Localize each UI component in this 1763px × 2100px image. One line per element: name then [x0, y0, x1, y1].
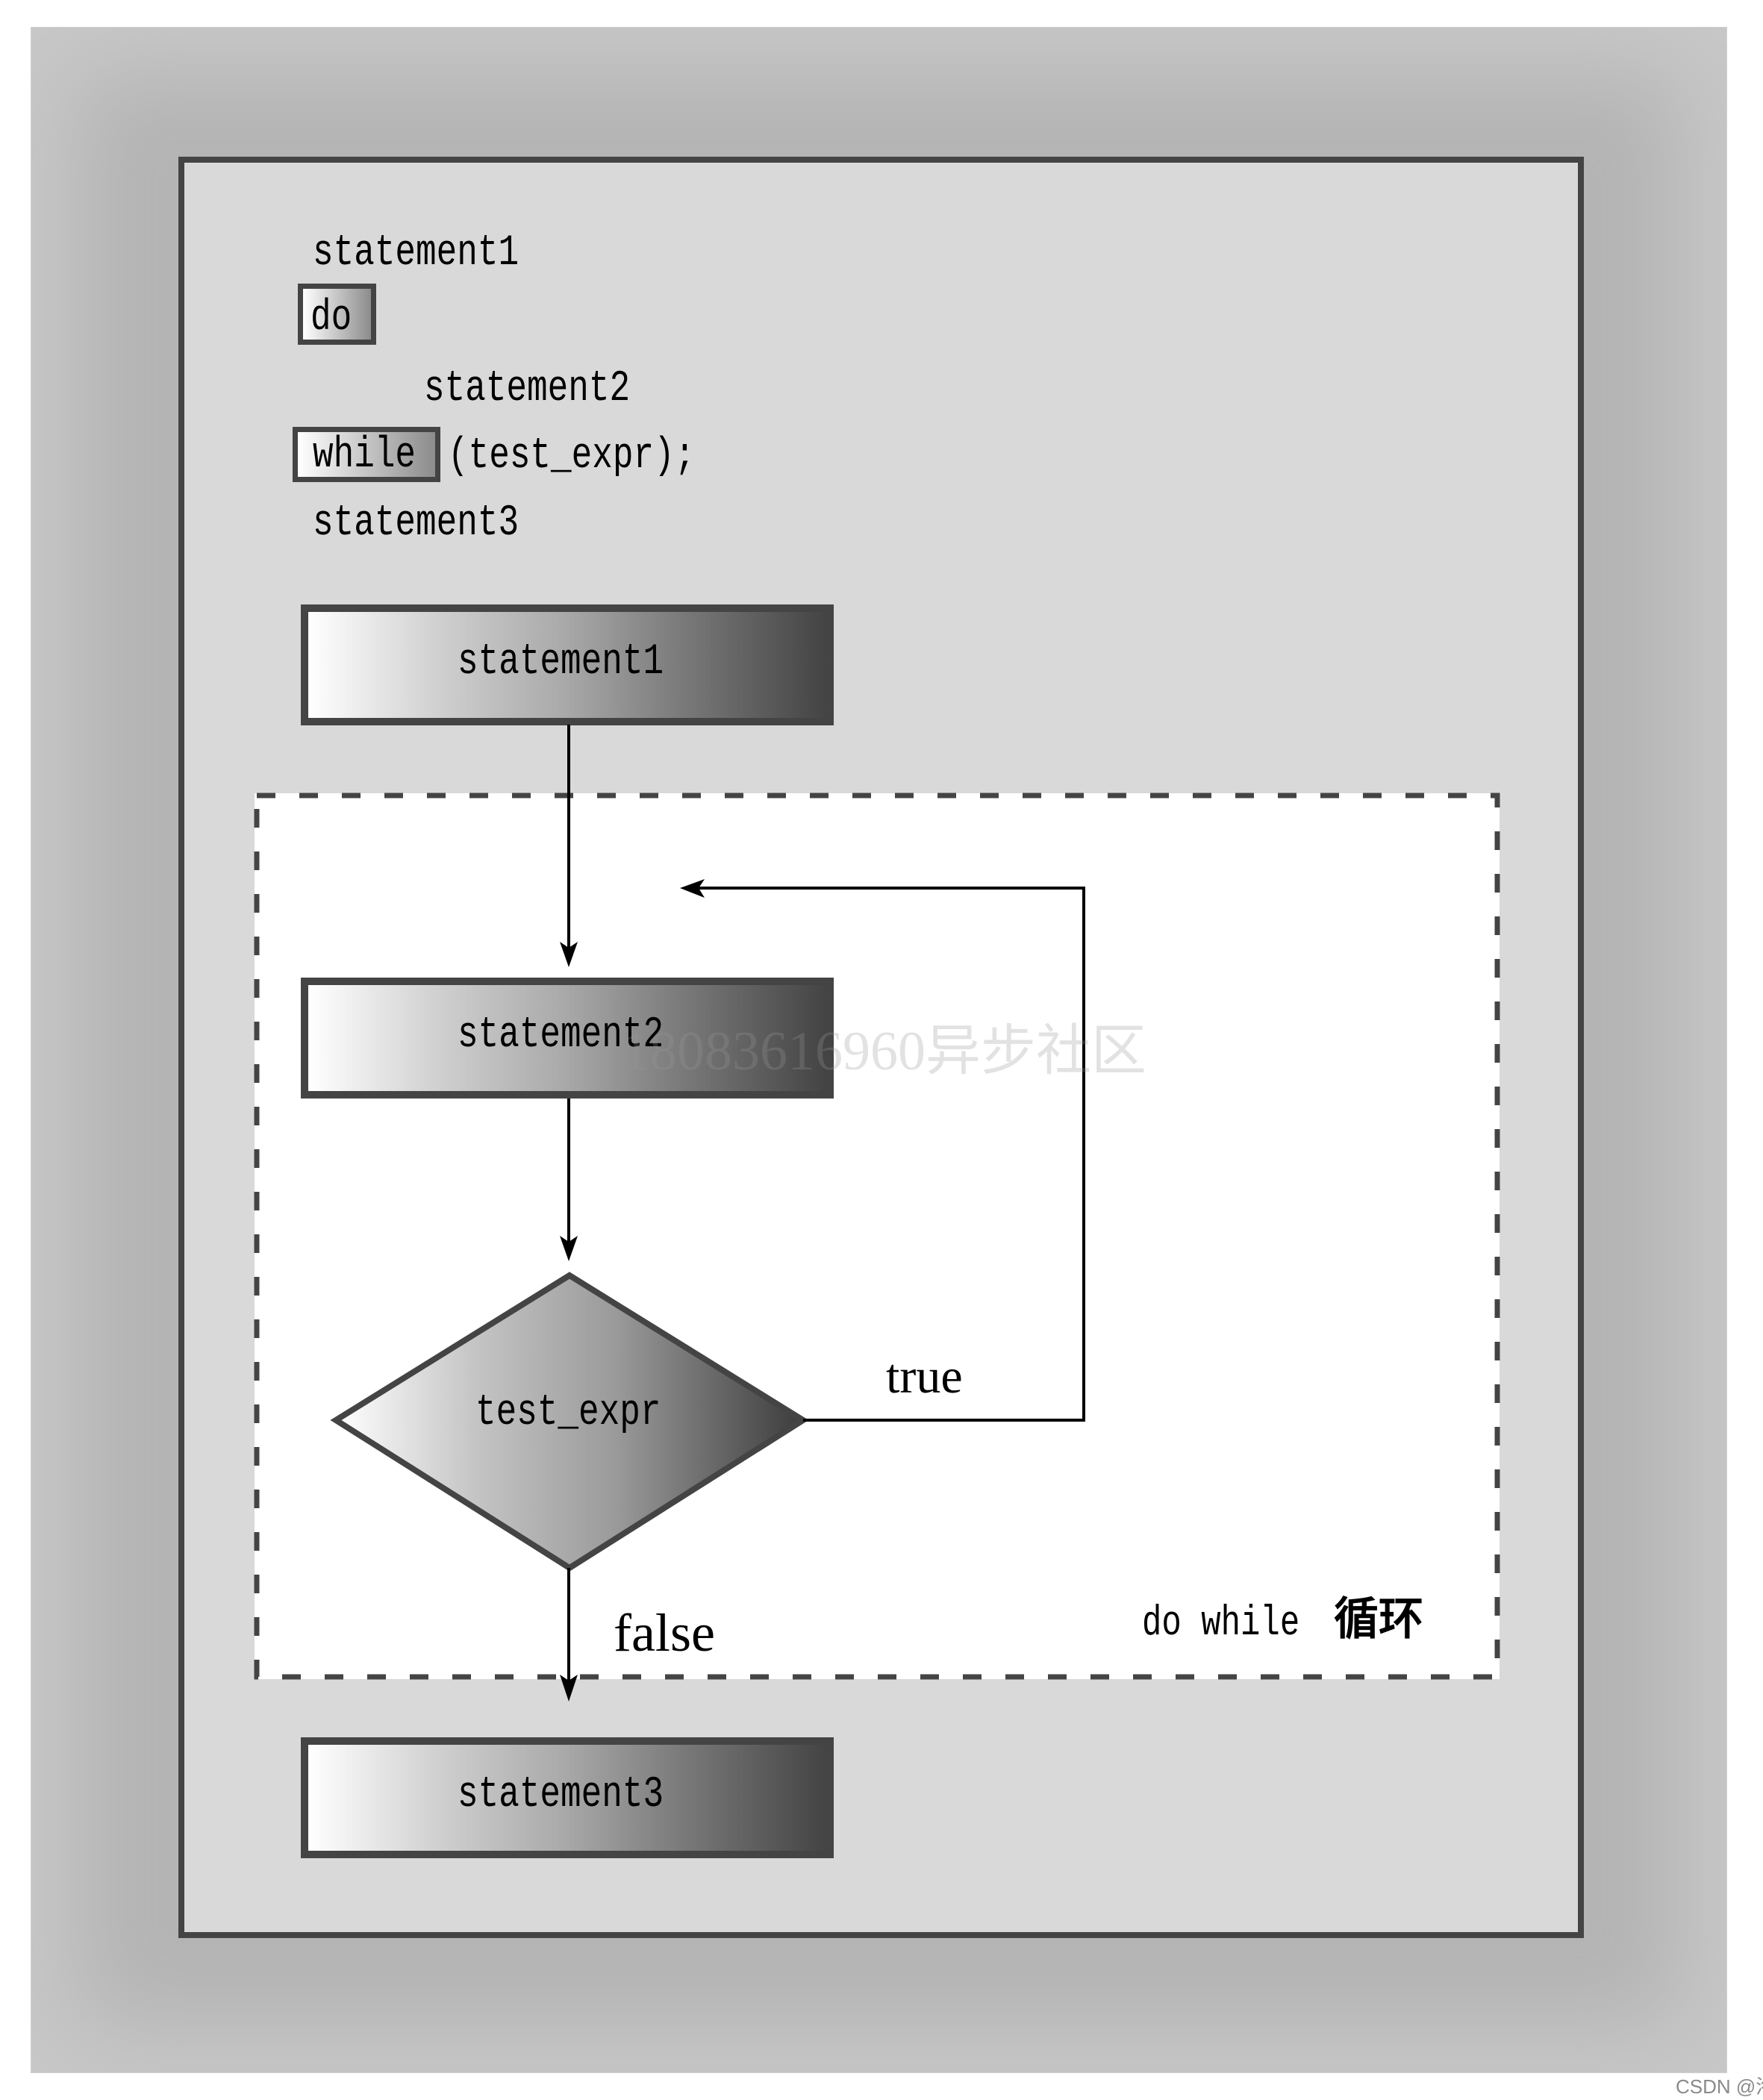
arrow-true-loop-back: [699, 887, 1085, 1422]
true-label: true: [886, 1349, 963, 1404]
loop-region-dashed-border: [254, 793, 1500, 1680]
loop-caption-cjk: 循环: [1334, 1593, 1423, 1646]
center-watermark: 18083616960异步社区: [622, 1021, 1146, 1082]
false-label: false: [614, 1603, 715, 1663]
loop-caption: do while: [1142, 1599, 1300, 1648]
corner-watermark: CSDN @洛水鱼: [1676, 2075, 1763, 2098]
decision-label: test_expr: [475, 1387, 661, 1437]
